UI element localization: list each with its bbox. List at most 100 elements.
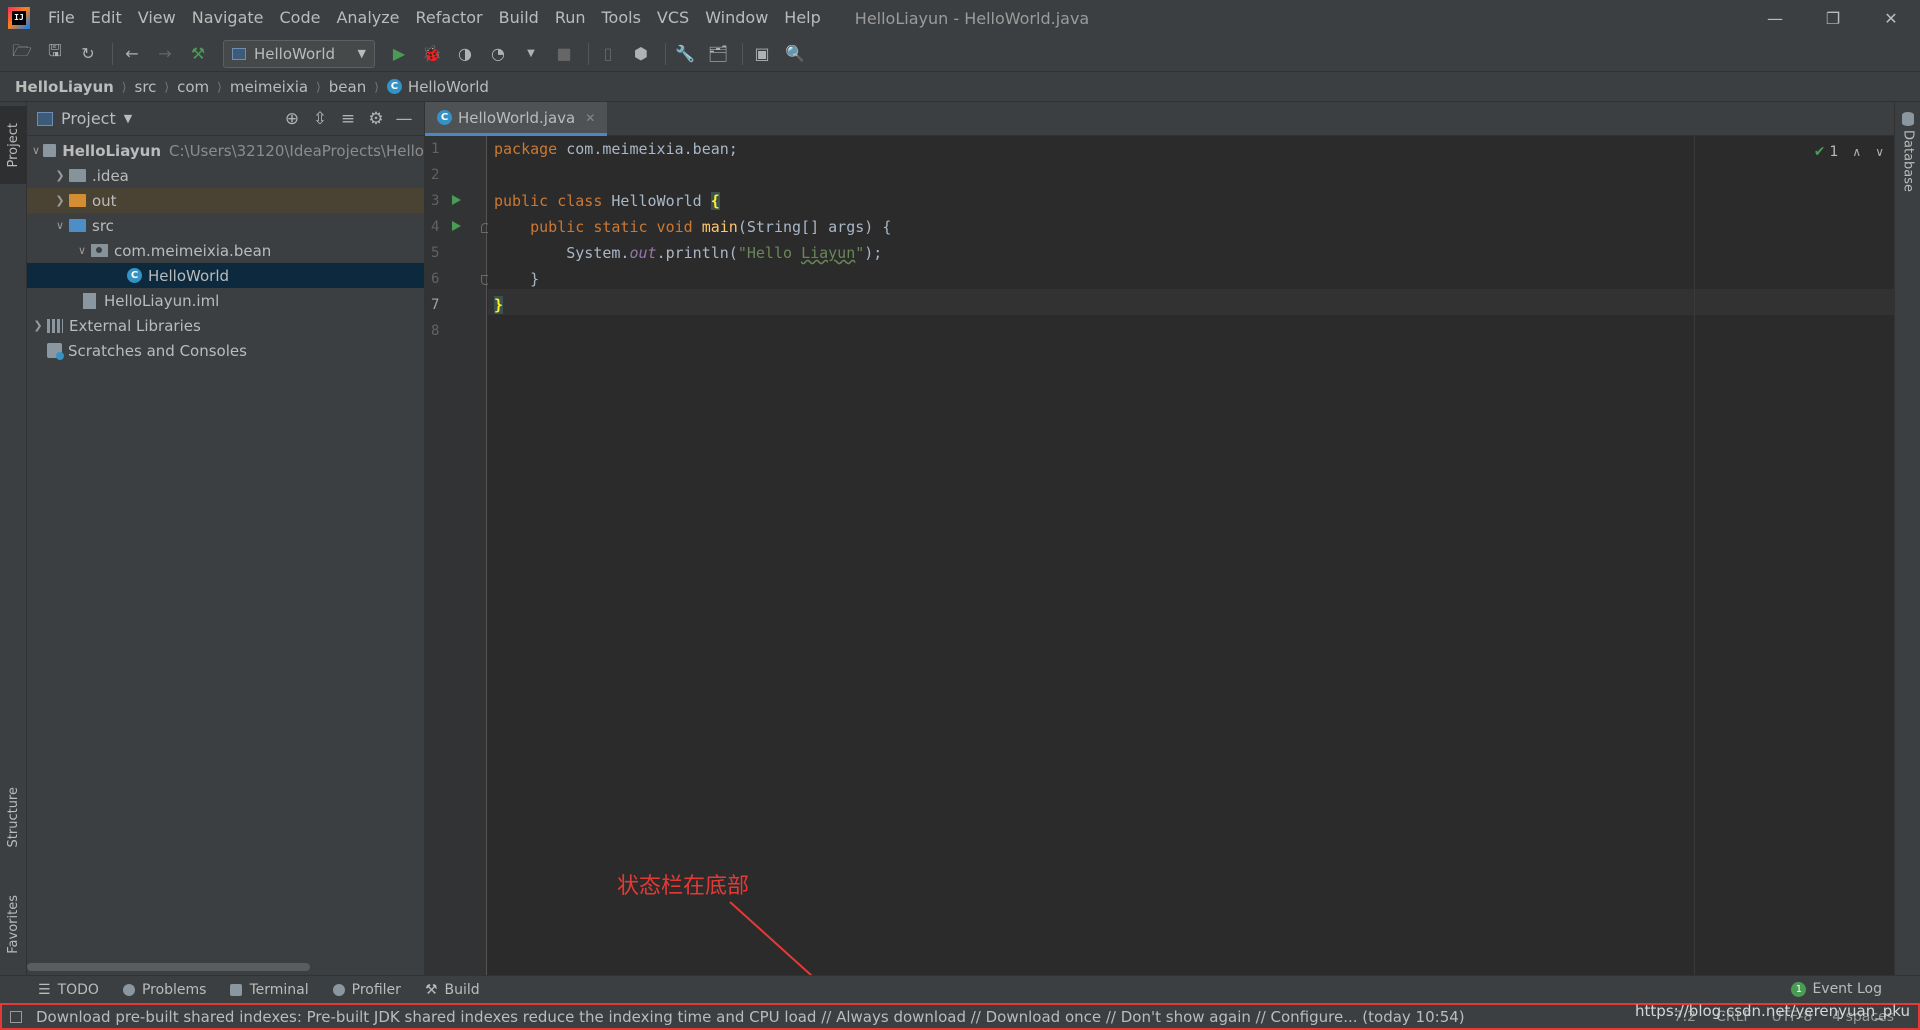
- breadcrumb: HelloLiayun ⟩ src ⟩ com ⟩ meimeixia ⟩ be…: [0, 72, 1920, 102]
- chevron-right-icon[interactable]: ❯: [51, 194, 69, 207]
- excluded-folder-icon: [69, 194, 86, 207]
- open-folder-icon[interactable]: 🗁: [8, 40, 36, 68]
- menu-view[interactable]: View: [130, 0, 184, 36]
- gear-icon[interactable]: ⚙: [362, 106, 390, 132]
- menu-vcs[interactable]: VCS: [649, 0, 697, 36]
- line-number: 5: [431, 245, 440, 261]
- save-icon[interactable]: 🖫: [41, 40, 69, 68]
- menu-help[interactable]: Help: [776, 0, 828, 36]
- breadcrumb-com[interactable]: com: [177, 78, 209, 96]
- attach-debugger-icon[interactable]: ▯: [594, 40, 622, 68]
- collapse-all-icon[interactable]: ≡: [334, 106, 362, 132]
- run-config-label: HelloWorld: [254, 44, 336, 63]
- chevron-down-icon[interactable]: ∨: [73, 244, 91, 257]
- breadcrumb-project[interactable]: HelloLiayun: [15, 78, 114, 96]
- more-run-options-icon[interactable]: ▼: [517, 40, 545, 68]
- horizontal-scrollbar[interactable]: [27, 963, 310, 971]
- breadcrumb-class[interactable]: HelloWorld: [408, 78, 489, 96]
- tool-tab-profiler[interactable]: Profiler: [332, 982, 401, 998]
- menu-file[interactable]: File: [40, 0, 83, 36]
- chevron-down-icon[interactable]: ▼: [124, 112, 132, 125]
- toggle-tool-windows-icon[interactable]: [10, 1010, 22, 1023]
- editor-gutter: 1 2 3 4 5 6 7 8: [425, 136, 490, 975]
- menu-window[interactable]: Window: [697, 0, 776, 36]
- search-icon[interactable]: 🔍: [781, 40, 809, 68]
- tool-tab-todo[interactable]: ☰ TODO: [38, 982, 99, 998]
- tree-idea-label: .idea: [92, 166, 129, 185]
- breadcrumb-bean[interactable]: bean: [329, 78, 366, 96]
- tree-item-external-libraries[interactable]: ❯ External Libraries: [27, 313, 424, 338]
- menu-run[interactable]: Run: [547, 0, 594, 36]
- run-class-gutter-icon[interactable]: [452, 195, 461, 205]
- project-panel-header: Project ▼ ⊕ ⇳ ≡ ⚙ —: [27, 102, 424, 136]
- tree-item-helloworld[interactable]: C HelloWorld: [27, 263, 424, 288]
- run-main-gutter-icon[interactable]: [452, 221, 461, 231]
- line-number: 3: [431, 193, 440, 209]
- menu-code[interactable]: Code: [272, 0, 329, 36]
- profile-icon[interactable]: ◔: [484, 40, 512, 68]
- chevron-right-icon[interactable]: ❯: [51, 169, 69, 182]
- sdk-manager-icon[interactable]: ⬢: [627, 40, 655, 68]
- code-editor[interactable]: package com.meimeixia.bean; public class…: [488, 136, 1894, 975]
- chevron-down-icon[interactable]: ∨: [1875, 145, 1884, 159]
- expand-all-icon[interactable]: ⇳: [306, 106, 334, 132]
- tool-tab-problems[interactable]: Problems: [122, 982, 206, 998]
- presentation-mode-icon[interactable]: ▣: [748, 40, 776, 68]
- minimize-icon[interactable]: —: [1746, 0, 1804, 36]
- tree-item-scratches[interactable]: Scratches and Consoles: [27, 338, 424, 363]
- tree-item-package[interactable]: ∨ com.meimeixia.bean: [27, 238, 424, 263]
- chevron-up-icon[interactable]: ∧: [1852, 145, 1861, 159]
- coverage-icon[interactable]: ◑: [451, 40, 479, 68]
- tool-tab-build[interactable]: ⚒ Build: [425, 982, 480, 998]
- tool-tab-project[interactable]: Project: [0, 106, 27, 184]
- project-structure-icon[interactable]: 🗂: [704, 40, 732, 68]
- chevron-down-icon[interactable]: ∨: [29, 144, 43, 157]
- status-message[interactable]: Download pre-built shared indexes: Pre-b…: [36, 1008, 1465, 1026]
- menu-edit[interactable]: Edit: [83, 0, 130, 36]
- run-configuration-select[interactable]: HelloWorld ▼: [223, 39, 375, 68]
- stop-icon[interactable]: ■: [550, 40, 578, 68]
- menu-navigate[interactable]: Navigate: [184, 0, 272, 36]
- locate-target-icon[interactable]: ⊕: [278, 106, 306, 132]
- restore-icon[interactable]: ❐: [1804, 0, 1862, 36]
- chevron-right-icon[interactable]: ❯: [29, 319, 47, 332]
- todo-list-icon: ☰: [38, 981, 51, 998]
- forward-arrow-icon[interactable]: →: [151, 40, 179, 68]
- line-number: 4: [431, 219, 440, 235]
- menu-tools[interactable]: Tools: [594, 0, 649, 36]
- run-icon[interactable]: ▶: [385, 40, 413, 68]
- menu-refactor[interactable]: Refactor: [408, 0, 491, 36]
- tool-tab-structure[interactable]: Structure: [0, 774, 27, 860]
- breadcrumb-src[interactable]: src: [135, 78, 157, 96]
- tree-item-src[interactable]: ∨ src: [27, 213, 424, 238]
- tool-tab-event-log[interactable]: 1 Event Log: [1791, 981, 1882, 997]
- tool-tab-database[interactable]: Database: [1895, 112, 1920, 192]
- inspection-widget[interactable]: ✔ 1 ∧ ∨: [1814, 144, 1884, 160]
- settings-wrench-icon[interactable]: 🔧: [671, 40, 699, 68]
- tree-item-iml[interactable]: HelloLiayun.iml: [27, 288, 424, 313]
- tool-tab-terminal[interactable]: Terminal: [230, 982, 309, 998]
- menu-build[interactable]: Build: [491, 0, 547, 36]
- tree-package-label: com.meimeixia.bean: [114, 241, 272, 260]
- current-line-highlight: [488, 289, 1894, 315]
- close-icon[interactable]: ✕: [585, 111, 595, 125]
- intellij-logo-icon: IJ: [8, 7, 30, 29]
- project-panel-title[interactable]: Project: [61, 109, 116, 128]
- tree-item-out[interactable]: ❯ out: [27, 188, 424, 213]
- hide-panel-icon[interactable]: —: [390, 106, 418, 132]
- build-hammer-icon[interactable]: ⚒: [184, 40, 212, 68]
- project-tree: ∨ HelloLiayun C:\Users\32120\IdeaProject…: [27, 136, 424, 363]
- tree-item-idea[interactable]: ❯ .idea: [27, 163, 424, 188]
- sync-icon[interactable]: ↻: [74, 40, 102, 68]
- tab-helloworld-java[interactable]: C HelloWorld.java ✕: [425, 102, 608, 136]
- close-icon[interactable]: ✕: [1862, 0, 1920, 36]
- tree-item-root[interactable]: ∨ HelloLiayun C:\Users\32120\IdeaProject…: [27, 138, 424, 163]
- project-panel-actions: ⊕ ⇳ ≡ ⚙ —: [278, 106, 424, 132]
- debug-icon[interactable]: 🐞: [418, 40, 446, 68]
- tool-tab-favorites[interactable]: Favorites: [0, 878, 27, 970]
- back-arrow-icon[interactable]: ←: [118, 40, 146, 68]
- left-tool-strip: Project Structure Favorites: [0, 102, 27, 975]
- menu-analyze[interactable]: Analyze: [328, 0, 407, 36]
- breadcrumb-meimeixia[interactable]: meimeixia: [230, 78, 308, 96]
- chevron-down-icon[interactable]: ∨: [51, 219, 69, 232]
